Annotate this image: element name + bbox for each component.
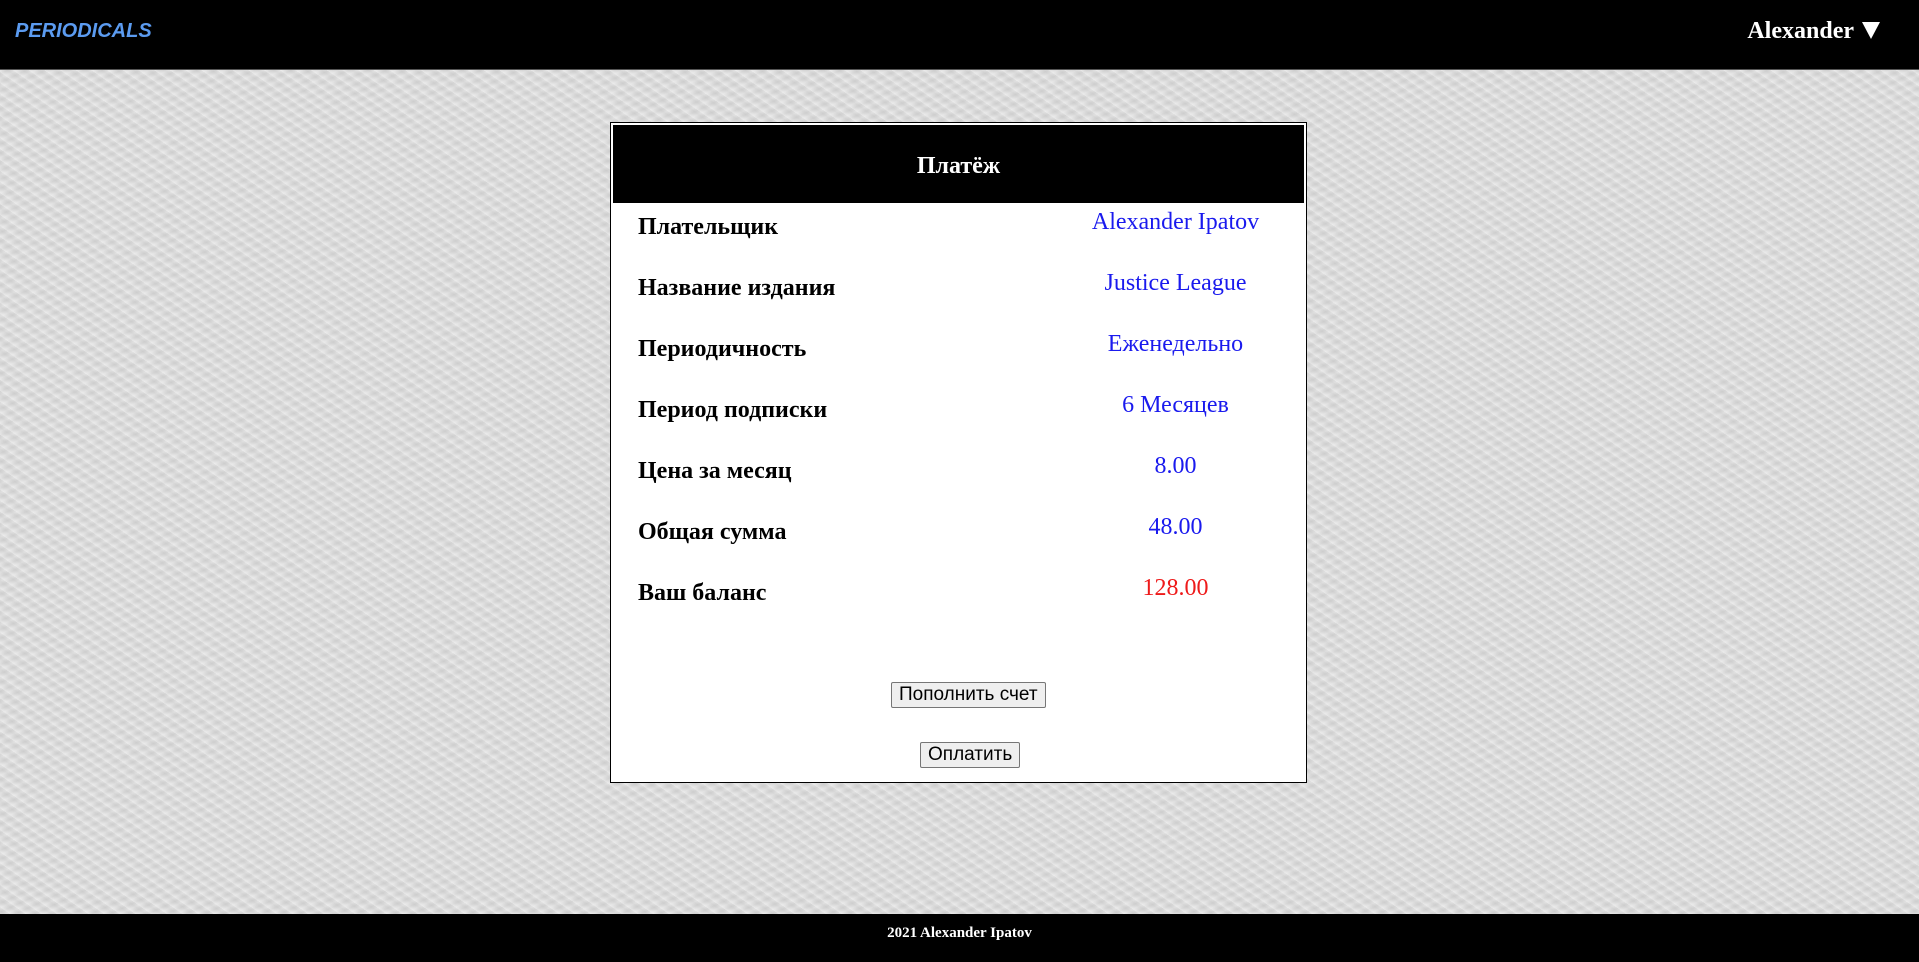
row-monthly-price: Цена за месяц 8.00 <box>638 453 1278 493</box>
monthly-price-label: Цена за месяц <box>638 458 792 484</box>
pay-button[interactable]: Оплатить <box>920 742 1021 768</box>
row-total-amount: Общая сумма 48.00 <box>638 514 1278 554</box>
caret-down-icon <box>1862 22 1880 39</box>
subscription-period-value: 6 Месяцев <box>1122 392 1229 418</box>
balance-value: 128.00 <box>1142 575 1209 601</box>
payer-value: Alexander Ipatov <box>1091 209 1260 235</box>
balance-label: Ваш баланс <box>638 580 767 606</box>
total-amount-label: Общая сумма <box>638 519 787 545</box>
row-subscription-period: Период подписки 6 Месяцев <box>638 392 1278 432</box>
user-menu[interactable]: Alexander <box>1747 18 1880 45</box>
subscription-period-label: Период подписки <box>638 397 828 423</box>
monthly-price-value: 8.00 <box>1154 453 1197 479</box>
payer-label: Плательщик <box>638 214 779 240</box>
footer-copyright: 2021 Alexander Ipatov <box>887 925 1032 941</box>
site-logo[interactable]: PERIODICALS <box>15 20 152 43</box>
edition-name-label: Название издания <box>638 275 836 301</box>
footer: 2021 Alexander Ipatov <box>0 914 1919 962</box>
periodicity-value: Еженедельно <box>1107 331 1244 357</box>
edition-name-value: Justice League <box>1104 270 1247 296</box>
payment-title: Платёж <box>613 125 1304 203</box>
top-navbar: PERIODICALS Alexander <box>0 0 1919 70</box>
row-edition-name: Название издания Justice League <box>638 270 1278 310</box>
row-periodicity: Периодичность Еженедельно <box>638 331 1278 371</box>
periodicity-label: Периодичность <box>638 336 807 362</box>
total-amount-value: 48.00 <box>1148 514 1203 540</box>
row-balance: Ваш баланс 128.00 <box>638 575 1278 615</box>
user-name: Alexander <box>1747 18 1854 44</box>
top-up-button[interactable]: Пополнить счет <box>891 682 1046 708</box>
row-payer: Плательщик Alexander Ipatov <box>638 209 1278 249</box>
payment-card: Платёж Плательщик Alexander Ipatov Назва… <box>610 122 1307 783</box>
